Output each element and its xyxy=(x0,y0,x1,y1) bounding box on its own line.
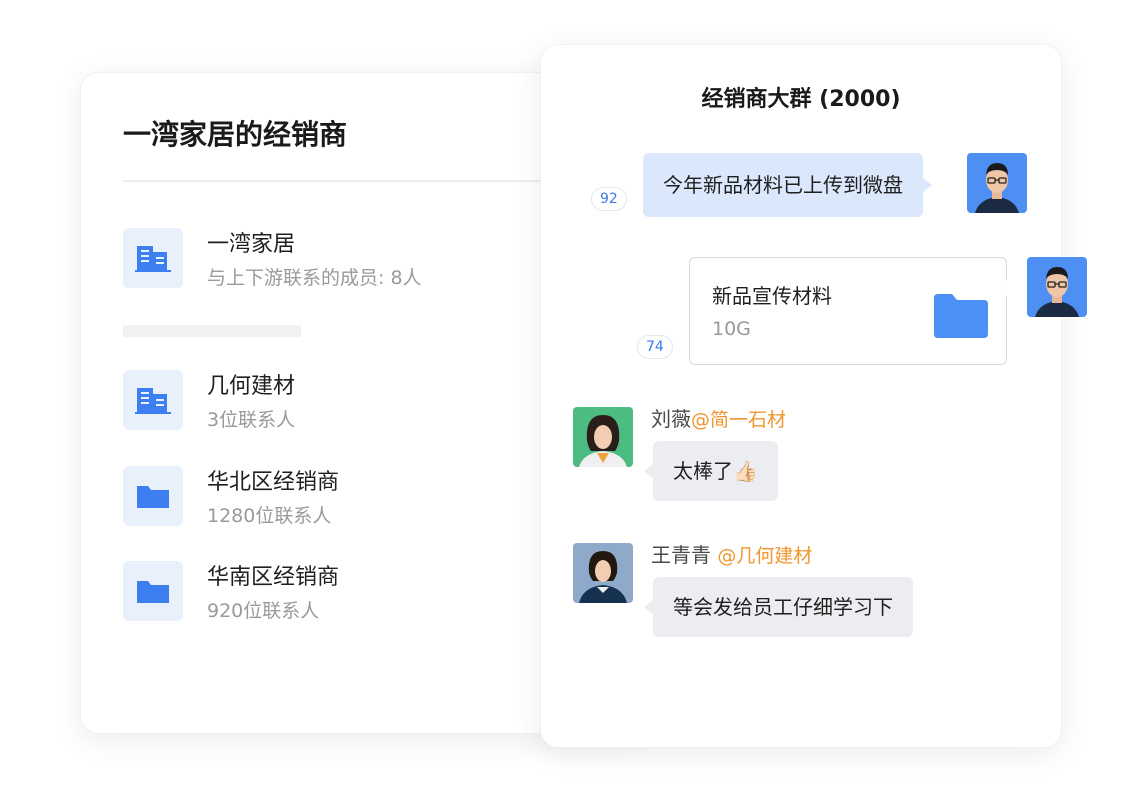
org-name: 几何建材 xyxy=(207,374,296,399)
section-separator xyxy=(123,325,301,337)
man-avatar[interactable] xyxy=(1027,257,1087,317)
folder-icon xyxy=(123,466,183,526)
file-size: 10G xyxy=(712,318,751,340)
org-name: 华北区经销商 xyxy=(207,470,340,495)
divider xyxy=(123,180,593,182)
group-chat-panel: 经销商大群 (2000) 92 今年新品材料已上传到微盘 74 新品宣传材料 1… xyxy=(540,44,1087,748)
chat-title: 经销商大群 (2000) xyxy=(701,87,901,112)
sender-line: 刘薇@简一石材 xyxy=(651,403,786,432)
woman-avatar[interactable] xyxy=(573,407,633,467)
sender-org-tag: @几何建材 xyxy=(717,545,813,567)
org-member-count: 920位联系人 xyxy=(207,600,320,622)
org-item-jihe[interactable]: 几何建材 3位联系人 xyxy=(123,370,583,432)
org-member-count: 与上下游联系的成员: 8人 xyxy=(207,267,422,289)
building-icon xyxy=(123,228,183,288)
message-bubble[interactable]: 今年新品材料已上传到微盘 xyxy=(643,153,932,217)
man-avatar[interactable] xyxy=(967,153,1027,213)
sender-name: 王青青 xyxy=(651,543,711,567)
org-member-count: 3位联系人 xyxy=(207,409,296,431)
message-bubble[interactable]: 太棒了👍🏻 xyxy=(644,441,778,501)
org-item-north[interactable]: 华北区经销商 1280位联系人 xyxy=(123,466,583,528)
read-count-badge[interactable]: 74 xyxy=(637,335,673,359)
folder-icon xyxy=(934,294,988,342)
org-name: 华南区经销商 xyxy=(207,565,340,590)
panel-title: 一湾家居的经销商 xyxy=(123,118,348,151)
read-count-badge[interactable]: 92 xyxy=(591,187,627,211)
building-icon xyxy=(123,370,183,430)
sender-line: 王青青 @几何建材 xyxy=(651,539,812,568)
file-message-card[interactable]: 新品宣传材料 10G xyxy=(689,257,1015,365)
org-name: 一湾家居 xyxy=(207,232,296,257)
woman-avatar[interactable] xyxy=(573,543,633,603)
org-member-count: 1280位联系人 xyxy=(207,505,332,527)
org-item-yiwan[interactable]: 一湾家居 与上下游联系的成员: 8人 xyxy=(123,228,583,290)
org-item-south[interactable]: 华南区经销商 920位联系人 xyxy=(123,561,583,623)
file-name: 新品宣传材料 xyxy=(712,284,832,308)
folder-icon xyxy=(123,561,183,621)
sender-name: 刘薇 xyxy=(651,407,691,431)
sender-org-tag: @简一石材 xyxy=(691,409,787,431)
message-bubble[interactable]: 等会发给员工仔细学习下 xyxy=(644,577,913,637)
